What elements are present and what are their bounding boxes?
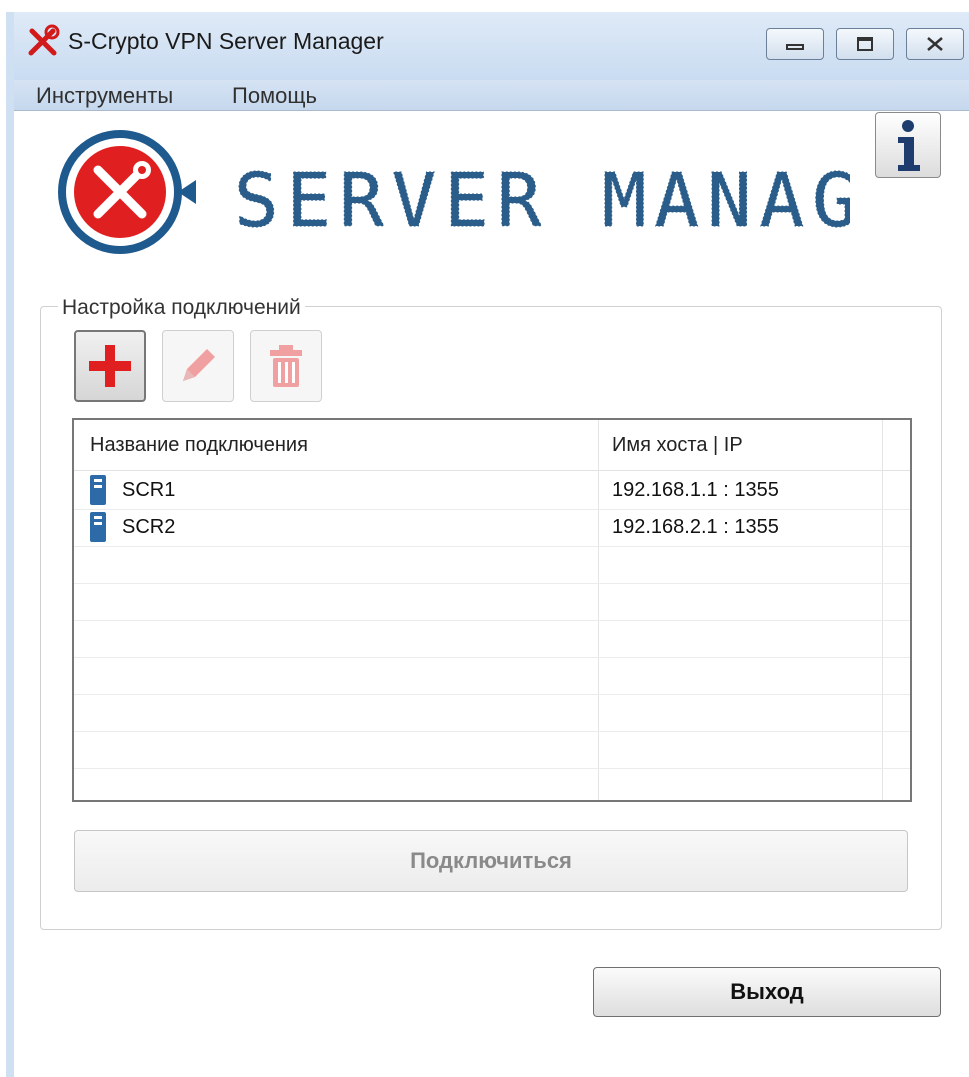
menu-help[interactable]: Помощь bbox=[232, 83, 317, 109]
title-bar[interactable]: S-Crypto VPN Server Manager bbox=[14, 12, 969, 80]
delete-connection-button[interactable] bbox=[250, 330, 322, 402]
menu-bar: Инструменты Помощь bbox=[14, 80, 969, 111]
minimize-button[interactable] bbox=[766, 28, 824, 60]
table-row[interactable]: SCR2 192.168.2.1 : 1355 bbox=[74, 509, 910, 547]
server-icon bbox=[90, 475, 106, 505]
empty-row bbox=[74, 620, 910, 658]
empty-row bbox=[74, 583, 910, 621]
row-host: 192.168.1.1 : 1355 bbox=[612, 479, 779, 501]
edit-connection-button[interactable] bbox=[162, 330, 234, 402]
logo-icon bbox=[58, 130, 196, 254]
banner-text: SERVER MANAGER bbox=[234, 160, 850, 240]
close-icon bbox=[927, 37, 943, 51]
empty-row bbox=[74, 694, 910, 732]
table-row[interactable]: SCR1 192.168.1.1 : 1355 bbox=[74, 472, 910, 510]
row-name: SCR1 bbox=[122, 479, 176, 501]
menu-tools[interactable]: Инструменты bbox=[36, 83, 173, 109]
connect-button[interactable]: Подключиться bbox=[74, 830, 908, 892]
info-icon bbox=[898, 120, 920, 171]
banner-title: SERVER MANAGER bbox=[234, 160, 851, 240]
empty-row bbox=[74, 731, 910, 769]
row-host: 192.168.2.1 : 1355 bbox=[612, 516, 779, 538]
tools-icon bbox=[28, 24, 60, 56]
connections-group-title: Настройка подключений bbox=[58, 296, 305, 320]
exit-button[interactable]: Выход bbox=[593, 967, 941, 1017]
row-name: SCR2 bbox=[122, 516, 176, 538]
minimize-icon bbox=[786, 44, 804, 50]
add-connection-button[interactable] bbox=[74, 330, 146, 402]
close-button[interactable] bbox=[906, 28, 964, 60]
server-icon bbox=[90, 512, 106, 542]
empty-row bbox=[74, 546, 910, 584]
table-header: Название подключения Имя хоста | IP bbox=[74, 420, 910, 471]
maximize-button[interactable] bbox=[836, 28, 894, 60]
connections-table[interactable]: Название подключения Имя хоста | IP SCR1… bbox=[72, 418, 912, 802]
column-header-name[interactable]: Название подключения bbox=[90, 434, 308, 457]
pencil-icon bbox=[183, 349, 215, 381]
trash-icon bbox=[270, 345, 302, 387]
window-title: S-Crypto VPN Server Manager bbox=[68, 28, 384, 54]
maximize-icon bbox=[857, 37, 873, 51]
empty-row bbox=[74, 657, 910, 695]
info-button[interactable] bbox=[875, 112, 941, 178]
plus-icon bbox=[89, 345, 131, 387]
column-header-host[interactable]: Имя хоста | IP bbox=[612, 434, 743, 457]
